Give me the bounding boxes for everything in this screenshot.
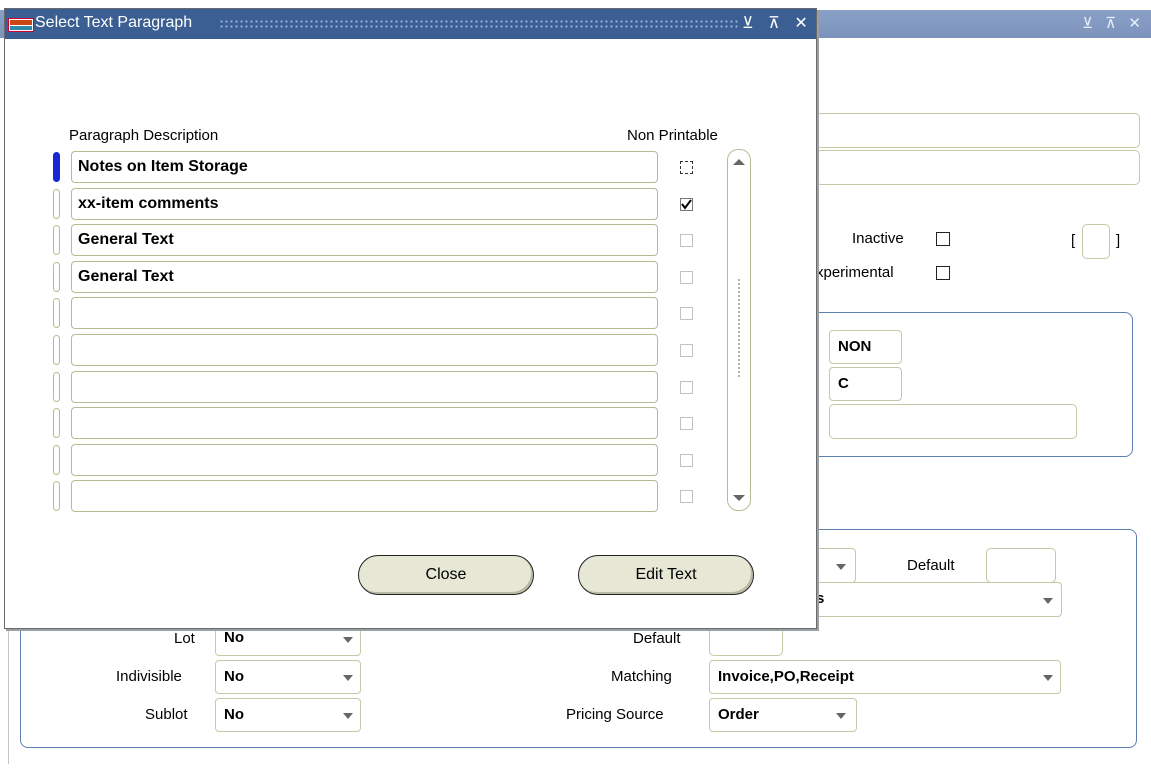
experimental-label: xperimental bbox=[816, 264, 894, 281]
experimental-checkbox[interactable] bbox=[936, 266, 950, 280]
paragraph-description-field[interactable] bbox=[71, 371, 658, 403]
scroll-thumb[interactable] bbox=[737, 278, 741, 378]
non-printable-checkbox[interactable] bbox=[680, 234, 693, 247]
field-empty[interactable] bbox=[829, 404, 1077, 439]
row-indicator[interactable] bbox=[53, 225, 60, 255]
bracket-right: ] bbox=[1116, 232, 1121, 249]
paragraph-description-field[interactable]: General Text bbox=[71, 224, 658, 256]
paragraph-description-field[interactable] bbox=[71, 480, 658, 512]
row-indicator[interactable] bbox=[53, 408, 60, 438]
sublot-select[interactable]: No bbox=[215, 698, 361, 732]
paragraph-description-field[interactable] bbox=[71, 297, 658, 329]
non-printable-checkbox[interactable] bbox=[680, 417, 693, 430]
default-top-label: Default bbox=[907, 557, 955, 574]
inactive-checkbox[interactable] bbox=[936, 232, 950, 246]
paragraph-description-field[interactable] bbox=[71, 444, 658, 476]
non-printable-checkbox[interactable] bbox=[680, 344, 693, 357]
non-printable-checkbox[interactable] bbox=[680, 198, 693, 211]
checkmark-icon bbox=[681, 199, 692, 210]
chevron-down-icon[interactable] bbox=[836, 713, 846, 719]
indivisible-label: Indivisible bbox=[116, 668, 182, 685]
scroll-up-icon[interactable] bbox=[733, 158, 745, 166]
pricing-source-label: Pricing Source bbox=[566, 706, 664, 723]
background-window-controls[interactable]: ⊻ ⊼ ✕ bbox=[1082, 14, 1145, 32]
row-indicator[interactable] bbox=[53, 372, 60, 402]
select-text-paragraph-dialog: Select Text Paragraph ⊻ ⊼ ✕ Paragraph De… bbox=[4, 8, 817, 629]
non-printable-checkbox[interactable] bbox=[680, 454, 693, 467]
matching-select[interactable]: Invoice,PO,Receipt bbox=[709, 660, 1061, 694]
bracket-field[interactable] bbox=[1082, 224, 1110, 259]
chevron-down-icon[interactable] bbox=[343, 675, 353, 681]
chevron-down-icon[interactable] bbox=[1043, 675, 1053, 681]
chevron-down-icon[interactable] bbox=[343, 713, 353, 719]
sublot-label: Sublot bbox=[145, 706, 188, 723]
row-indicator[interactable] bbox=[53, 189, 60, 219]
titlebar-grip bbox=[219, 19, 739, 29]
lot-label: Lot bbox=[174, 630, 195, 647]
default-label: Default bbox=[633, 630, 681, 647]
close-button[interactable]: Close bbox=[358, 555, 534, 595]
field-non[interactable]: NON bbox=[829, 330, 902, 364]
background-dropdown-partial[interactable]: s bbox=[816, 582, 1062, 617]
pricing-source-select[interactable]: Order bbox=[709, 698, 857, 732]
dialog-title: Select Text Paragraph bbox=[35, 14, 193, 31]
non-printable-checkbox[interactable] bbox=[680, 271, 693, 284]
field-c[interactable]: C bbox=[829, 367, 902, 401]
paragraph-description-field[interactable] bbox=[71, 334, 658, 366]
bracket-left: [ bbox=[1071, 232, 1076, 249]
non-printable-checkbox[interactable] bbox=[680, 161, 693, 174]
row-indicator[interactable] bbox=[53, 298, 60, 328]
row-indicator[interactable] bbox=[53, 335, 60, 365]
row-indicator[interactable] bbox=[53, 152, 60, 182]
paragraph-description-field[interactable]: Notes on Item Storage bbox=[71, 151, 658, 183]
vertical-scrollbar[interactable] bbox=[727, 149, 751, 511]
col-header-description: Paragraph Description bbox=[69, 127, 219, 144]
row-indicator[interactable] bbox=[53, 445, 60, 475]
non-printable-checkbox[interactable] bbox=[680, 307, 693, 320]
paragraph-description-field[interactable]: General Text bbox=[71, 261, 658, 293]
non-printable-checkbox[interactable] bbox=[680, 381, 693, 394]
indivisible-select[interactable]: No bbox=[215, 660, 361, 694]
row-indicator[interactable] bbox=[53, 262, 60, 292]
oracle-app-icon bbox=[8, 18, 34, 32]
col-header-non-printable: Non Printable bbox=[627, 127, 718, 144]
dialog-window-controls[interactable]: ⊻ ⊼ ✕ bbox=[742, 13, 813, 33]
default-top-field[interactable] bbox=[986, 548, 1056, 583]
inactive-label: Inactive bbox=[852, 230, 904, 247]
chevron-down-icon[interactable] bbox=[343, 637, 353, 643]
chevron-down-icon[interactable] bbox=[1043, 598, 1053, 604]
edit-text-button[interactable]: Edit Text bbox=[578, 555, 754, 595]
row-indicator[interactable] bbox=[53, 481, 60, 511]
scroll-down-icon[interactable] bbox=[733, 494, 745, 502]
paragraph-description-field[interactable] bbox=[71, 407, 658, 439]
background-text-field-1[interactable] bbox=[816, 113, 1140, 148]
background-text-field-2[interactable] bbox=[816, 150, 1140, 185]
matching-label: Matching bbox=[611, 668, 672, 685]
chevron-down-icon[interactable] bbox=[836, 564, 846, 570]
non-printable-checkbox[interactable] bbox=[680, 490, 693, 503]
paragraph-description-field[interactable]: xx-item comments bbox=[71, 188, 658, 220]
